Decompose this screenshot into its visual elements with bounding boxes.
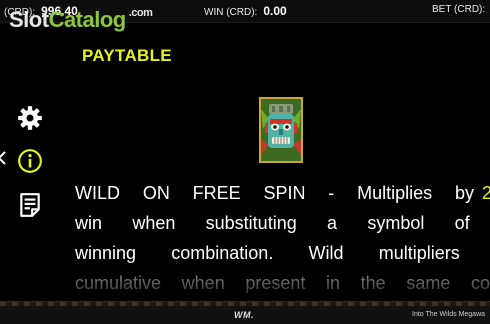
win-label: WIN (CRD):: [204, 7, 258, 18]
notes-icon[interactable]: [17, 192, 43, 218]
tribal-mask-wild-symbol: [261, 99, 301, 161]
game-name: Into The Wilds Megawa: [412, 311, 486, 318]
chevron-left-icon[interactable]: [0, 150, 6, 166]
page-title: PAYTABLE: [82, 46, 172, 65]
footer-decoration: [0, 302, 490, 306]
win-display: WIN (CRD): 0.00: [204, 4, 287, 18]
gear-icon[interactable]: [17, 105, 43, 131]
bet-display: BET (CRD):: [432, 4, 485, 15]
wild-symbol-tile: [259, 97, 303, 163]
multiplier-value: 2: [481, 183, 490, 203]
description-line-4: cumulative when present in the same com: [75, 273, 490, 293]
watermark-logo: SlotCatalog .com: [9, 7, 153, 33]
watermark-part2: Catalog: [48, 7, 127, 32]
symbol-description: WILD ON FREE SPIN - Multiplies by2t win …: [75, 178, 490, 298]
description-line-2: win when substituting a symbol of t: [75, 213, 490, 233]
watermark-suffix: .com: [128, 7, 153, 19]
provider-logo: WM.: [234, 310, 254, 320]
bet-label: BET (CRD):: [432, 4, 486, 15]
watermark-part1: Slot: [9, 7, 49, 32]
footer-bar: WM. Into The Wilds Megawa: [0, 301, 490, 324]
info-icon[interactable]: [17, 148, 43, 174]
description-line-1-text: WILD ON FREE SPIN - Multiplies by: [75, 183, 474, 203]
description-line-1: WILD ON FREE SPIN - Multiplies by2t: [75, 178, 490, 208]
win-value: 0.00: [263, 4, 287, 18]
description-line-3: winning combination. Wild multipliers a: [75, 243, 490, 263]
